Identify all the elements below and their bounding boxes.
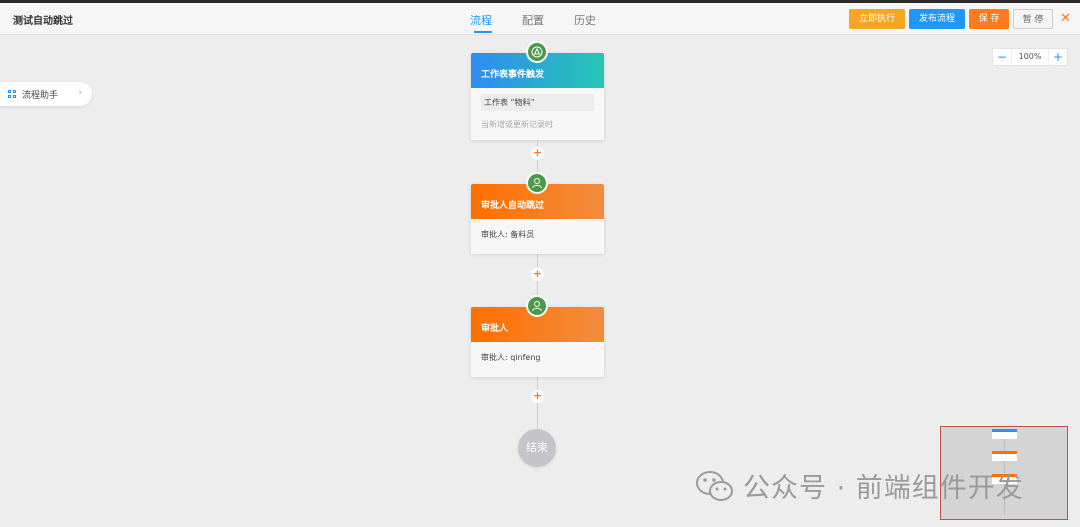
minimap-node bbox=[992, 429, 1017, 439]
worksheet-chip: 工作表 “物料” bbox=[481, 94, 594, 111]
wechat-icon bbox=[696, 470, 733, 501]
node-body: 工作表 “物料” 当新增或更新记录时 bbox=[471, 88, 604, 140]
flow-assistant-button[interactable]: 流程助手 › bbox=[0, 82, 92, 106]
action-buttons: 立即执行 发布流程 保 存 暂 停 bbox=[849, 9, 1053, 29]
watermark: 公众号 · 前端组件开发 bbox=[695, 466, 1024, 505]
flow-assistant-label: 流程助手 bbox=[22, 90, 59, 101]
user-icon bbox=[526, 172, 548, 194]
approver-node[interactable]: 审批人 审批人: qinfeng bbox=[471, 295, 604, 377]
top-bar: 测试自动跳过 流程 配置 历史 立即执行 发布流程 保 存 暂 停 ✕ bbox=[0, 3, 1080, 35]
trigger-condition: 当新增或更新记录时 bbox=[481, 120, 553, 129]
zoom-in-button[interactable]: + bbox=[1049, 49, 1067, 65]
end-node: 结束 bbox=[518, 429, 556, 467]
flow-connector bbox=[537, 376, 538, 430]
approver-text: 审批人: qinfeng bbox=[481, 353, 541, 362]
grid-icon bbox=[8, 90, 16, 98]
trigger-icon bbox=[526, 41, 548, 63]
tab-bar: 流程 配置 历史 bbox=[470, 3, 626, 35]
save-button[interactable]: 保 存 bbox=[969, 9, 1009, 29]
chevron-right-icon: › bbox=[78, 88, 82, 98]
tab-flow[interactable]: 流程 bbox=[470, 3, 492, 35]
user-icon bbox=[526, 295, 548, 317]
node-body: 审批人: qinfeng bbox=[471, 342, 604, 377]
close-icon[interactable]: ✕ bbox=[1060, 11, 1071, 26]
add-node-button[interactable]: + bbox=[531, 268, 544, 281]
add-node-button[interactable]: + bbox=[531, 390, 544, 403]
zoom-level: 100% bbox=[1011, 49, 1049, 65]
tab-config[interactable]: 配置 bbox=[522, 3, 544, 35]
zoom-control: − 100% + bbox=[992, 48, 1068, 66]
zoom-out-button[interactable]: − bbox=[993, 49, 1011, 65]
approver-text: 审批人: 备料员 bbox=[481, 230, 535, 239]
run-now-button[interactable]: 立即执行 bbox=[849, 9, 905, 29]
pause-button[interactable]: 暂 停 bbox=[1013, 9, 1053, 29]
trigger-node[interactable]: 工作表事件触发 工作表 “物料” 当新增或更新记录时 bbox=[471, 41, 604, 140]
minimap-node bbox=[992, 451, 1017, 461]
workflow-title: 测试自动跳过 bbox=[13, 16, 73, 27]
node-body: 审批人: 备料员 bbox=[471, 219, 604, 254]
add-node-button[interactable]: + bbox=[531, 147, 544, 160]
approver-node[interactable]: 审批人自动跳过 审批人: 备料员 bbox=[471, 172, 604, 254]
publish-button[interactable]: 发布流程 bbox=[909, 9, 965, 29]
tab-history[interactable]: 历史 bbox=[574, 3, 596, 35]
watermark-text: 公众号 · 前端组件开发 bbox=[743, 473, 1024, 504]
